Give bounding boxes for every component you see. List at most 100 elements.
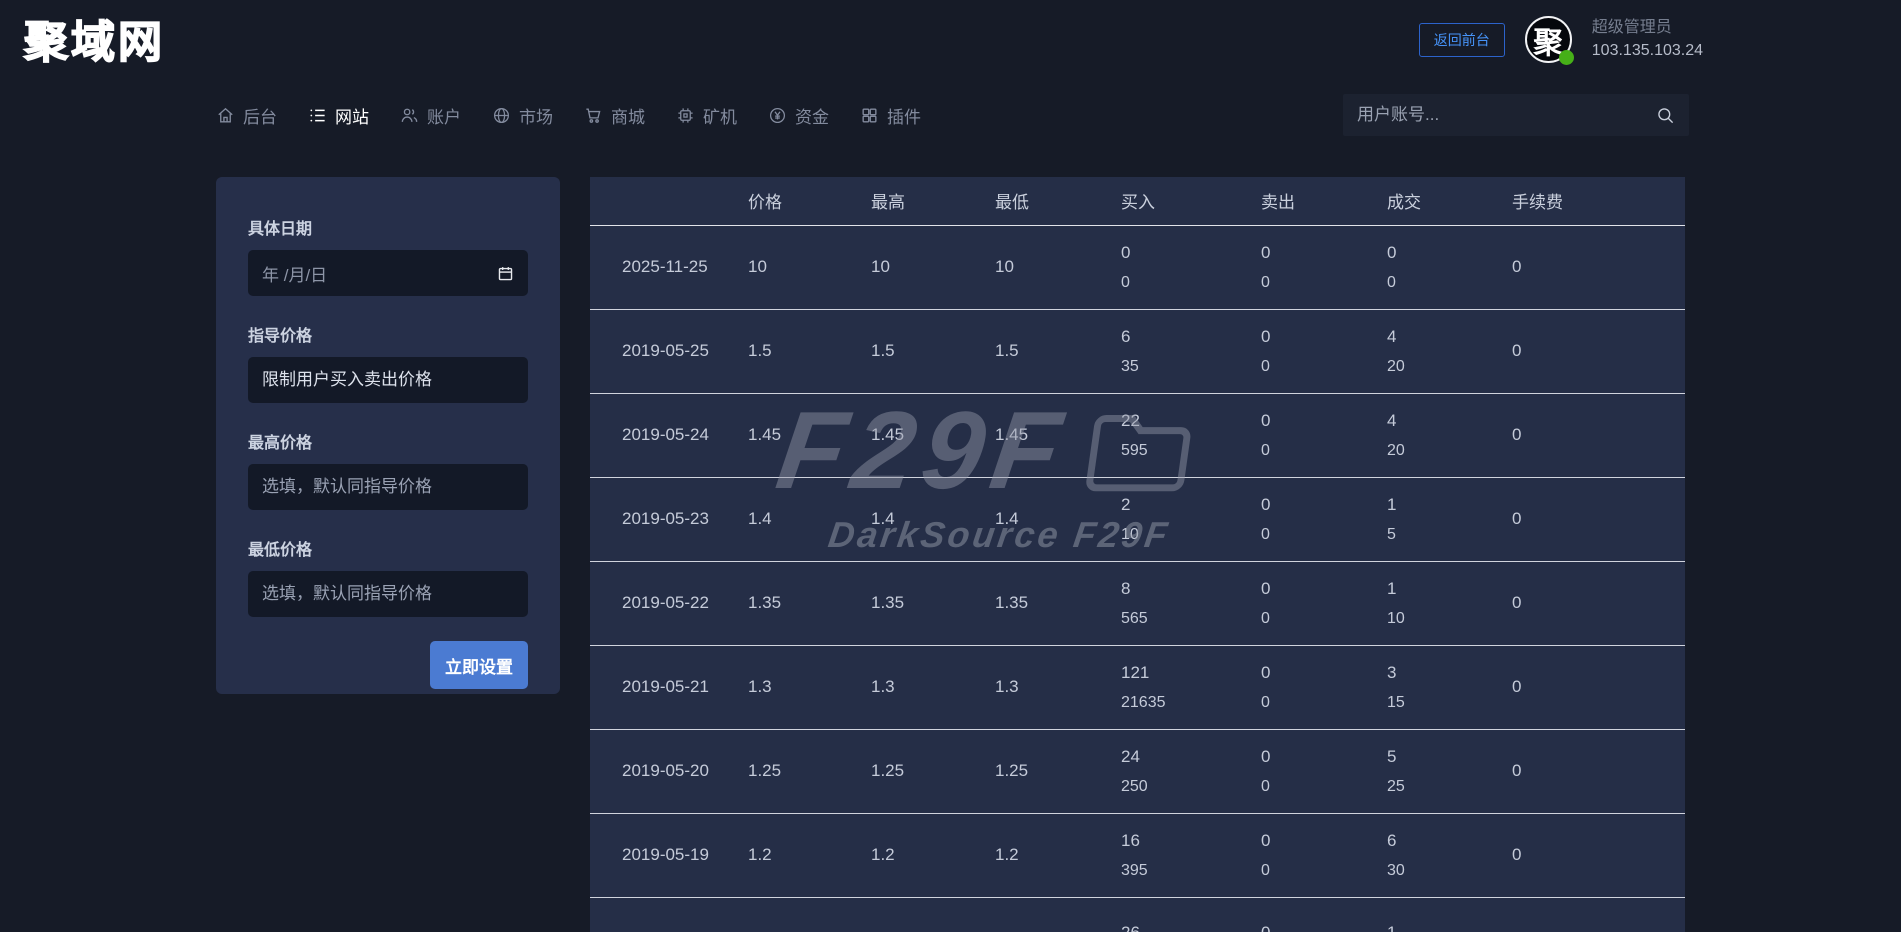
nav-label: 后台 bbox=[243, 107, 277, 127]
search-input[interactable] bbox=[1357, 105, 1656, 125]
nav-label: 矿机 bbox=[703, 107, 737, 127]
nav-item-miner[interactable]: 矿机 bbox=[676, 103, 737, 128]
date-cell: 2019-05-21 bbox=[590, 644, 748, 729]
stacked-value: 1 bbox=[1387, 578, 1397, 598]
stacked-value: 0 bbox=[1261, 609, 1270, 627]
nav-label: 市场 bbox=[519, 107, 553, 127]
stacked-value: 24 bbox=[1121, 746, 1140, 766]
nav-item-website[interactable]: 网站 bbox=[308, 103, 369, 128]
value-cell: 0 bbox=[1512, 476, 1685, 561]
max-price-input[interactable] bbox=[248, 464, 528, 510]
stacked-value: 21635 bbox=[1121, 693, 1166, 711]
nav-item-plugins[interactable]: 插件 bbox=[860, 103, 921, 128]
date-cell: 2019-05-22 bbox=[590, 560, 748, 645]
value-cell: 1.45 bbox=[995, 392, 1121, 477]
date-cell bbox=[590, 896, 748, 932]
stacked-value-cell: 00 bbox=[1121, 225, 1261, 309]
stacked-value-cell: 24 250 bbox=[1121, 728, 1261, 813]
stacked-value: 4 bbox=[1387, 410, 1397, 430]
stacked-value: 395 bbox=[1121, 861, 1148, 879]
table-body: 2025-11-25 10 10 10 0 0 0 0 0 0 0 2019-05-25 1.5 1.5 1… bbox=[590, 225, 1685, 932]
stacked-value: 0 bbox=[1261, 861, 1270, 879]
value-cell: 0 bbox=[1512, 644, 1685, 729]
col-header-fee: 手续费 bbox=[1512, 177, 1685, 226]
table-header: 价格 最高 最低 买入 卖出 成交 手续费 bbox=[590, 177, 1685, 226]
stacked-value-cell: 0 bbox=[1261, 896, 1387, 932]
col-header-buy: 买入 bbox=[1121, 177, 1261, 226]
nav-item-mall[interactable]: 商城 bbox=[584, 103, 645, 128]
stacked-value: 6 bbox=[1121, 326, 1131, 346]
value-cell: 0 bbox=[1512, 812, 1685, 897]
stacked-value: 10 bbox=[1387, 609, 1405, 627]
value-cell: 10 bbox=[995, 257, 1014, 276]
nav-item-backend[interactable]: 后台 bbox=[216, 103, 277, 128]
date-cell: 2019-05-20 bbox=[590, 728, 748, 813]
value-cell: 1.25 bbox=[748, 728, 871, 813]
stacked-value: 35 bbox=[1121, 357, 1139, 375]
stacked-value-cell: 2 10 bbox=[1121, 476, 1261, 561]
set-now-button[interactable]: 立即设置 bbox=[430, 641, 528, 689]
stacked-value: 595 bbox=[1121, 441, 1148, 459]
stacked-value: 0 bbox=[1261, 924, 1387, 932]
site-logo[interactable]: 聚域网 bbox=[23, 6, 165, 70]
stacked-value: 0 bbox=[1261, 273, 1270, 291]
stacked-value-cell: 15 bbox=[1387, 476, 1512, 561]
nav-item-funds[interactable]: 资金 bbox=[768, 103, 829, 128]
calendar-icon[interactable] bbox=[497, 265, 514, 282]
guide-price-label: 指导价格 bbox=[248, 328, 313, 345]
stacked-value: 0 bbox=[1261, 693, 1270, 711]
stacked-value: 26 bbox=[1121, 924, 1261, 932]
stacked-value-cell: 8 565 bbox=[1121, 560, 1261, 645]
stacked-value: 0 bbox=[1261, 746, 1271, 766]
stacked-value: 121 bbox=[1121, 662, 1150, 682]
cart-icon bbox=[586, 107, 601, 123]
stacked-value-cell: 00 bbox=[1387, 225, 1512, 309]
stacked-value: 565 bbox=[1121, 609, 1148, 627]
table-row: 2019-05-19 1.2 1.2 1.2 16 395 0 0 6 30 0 bbox=[590, 812, 1685, 897]
stacked-value: 0 bbox=[1261, 357, 1270, 375]
date-input[interactable]: 年 /月/日 bbox=[248, 250, 528, 296]
col-header-low: 最低 bbox=[995, 177, 1121, 226]
value-cell: 1.3 bbox=[995, 644, 1121, 729]
stacked-value-cell: 00 bbox=[1261, 728, 1387, 813]
search-icon[interactable] bbox=[1656, 106, 1675, 125]
online-status-dot bbox=[1558, 50, 1574, 65]
stacked-value-cell: 00 bbox=[1261, 560, 1387, 645]
stacked-value: 20 bbox=[1387, 357, 1405, 375]
date-cell: 2019-05-23 bbox=[590, 476, 748, 561]
value-cell: 1.3 bbox=[748, 644, 871, 729]
value-cell bbox=[995, 896, 1121, 932]
avatar[interactable]: 聚 bbox=[1524, 16, 1574, 65]
stacked-value: 250 bbox=[1121, 777, 1148, 795]
guide-price-input[interactable] bbox=[248, 357, 528, 403]
stacked-value: 0 bbox=[1121, 242, 1131, 262]
stacked-value: 5 bbox=[1387, 746, 1397, 766]
value-cell: 1.35 bbox=[871, 560, 995, 645]
stacked-value-cell: 4 20 bbox=[1387, 308, 1512, 393]
price-setting-panel: 具体日期 年 /月/日 指导价格 最高价格 最低价格 立即设置 bbox=[216, 177, 560, 694]
col-header-deal: 成交 bbox=[1387, 177, 1512, 226]
stacked-value: 0 bbox=[1261, 494, 1271, 514]
stacked-value: 0 bbox=[1261, 830, 1271, 850]
stacked-value-cell: 26 bbox=[1121, 896, 1261, 932]
value-cell: 1.2 bbox=[871, 812, 995, 897]
stacked-value-cell: 00 bbox=[1261, 812, 1387, 897]
stacked-value-cell: 3 15 bbox=[1387, 644, 1512, 729]
min-price-input[interactable] bbox=[248, 571, 528, 617]
table-row: 2025-11-25 10 10 10 0 0 0 0 0 0 0 bbox=[590, 225, 1685, 309]
nav-item-market[interactable]: 市场 bbox=[492, 103, 553, 128]
min-price-label: 最低价格 bbox=[248, 542, 313, 559]
stacked-value: 0 bbox=[1261, 578, 1271, 598]
col-header-high: 最高 bbox=[871, 177, 995, 226]
stacked-value: 3 bbox=[1387, 662, 1397, 682]
user-ip: 103.135.103.24 bbox=[1591, 41, 1703, 59]
stacked-value-cell: 121 21635 bbox=[1121, 644, 1261, 729]
nav-item-accounts[interactable]: 账户 bbox=[400, 103, 461, 128]
stacked-value-cell: 4 20 bbox=[1387, 392, 1512, 477]
back-to-frontend-button[interactable]: 返回前台 bbox=[1418, 22, 1505, 57]
stacked-value-cell: 00 bbox=[1261, 225, 1387, 309]
price-history-table: 价格 最高 最低 买入 卖出 成交 手续费 2025-11-25 10 10 10 0 0… bbox=[590, 177, 1685, 932]
stacked-value: 1 bbox=[1387, 494, 1397, 514]
value-cell: 0 bbox=[1512, 560, 1685, 645]
value-cell bbox=[748, 896, 871, 932]
